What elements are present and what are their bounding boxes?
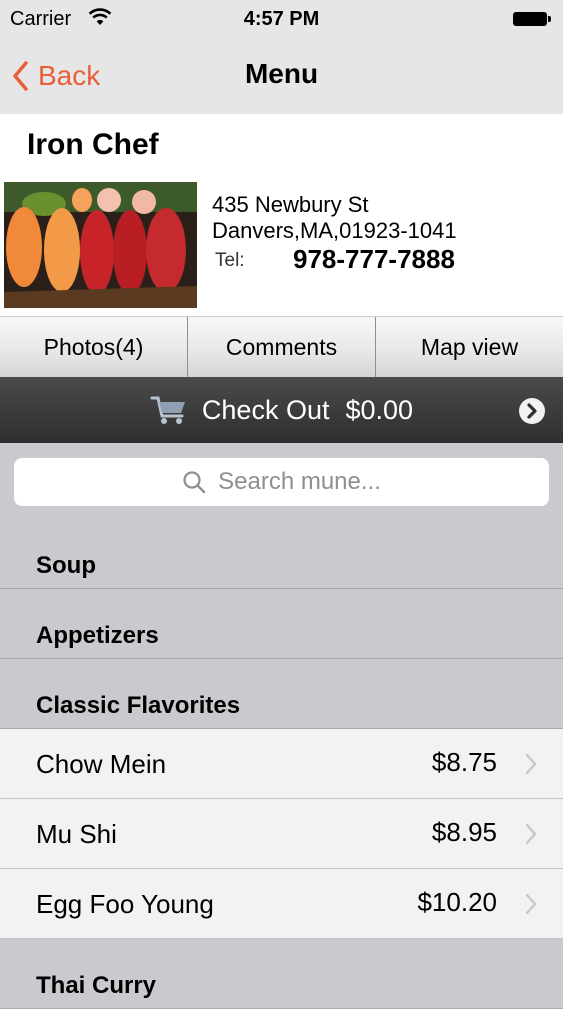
menu-item-name: Egg Foo Young [36, 889, 214, 919]
chevron-right-icon [525, 823, 537, 845]
restaurant-photo[interactable] [4, 182, 197, 308]
menu-item-name: Mu Shi [36, 819, 117, 849]
chevron-right-icon [525, 893, 537, 915]
menu-item-row[interactable]: Mu Shi $8.95 [0, 799, 563, 869]
cart-icon [150, 396, 185, 424]
tab-comments[interactable]: Comments [188, 317, 376, 378]
section-title: Soup [36, 552, 96, 579]
section-header-soup: Soup [0, 519, 563, 589]
search-input[interactable]: Search mune... [14, 458, 549, 506]
section-title: Classic Flavorites [36, 692, 241, 719]
menu-item-row[interactable]: Chow Mein $8.75 [0, 729, 563, 799]
checkout-total: $0.00 [345, 394, 414, 425]
section-title: Thai Curry [36, 972, 157, 999]
address-line-1: 435 Newbury St [212, 192, 369, 217]
restaurant-name: Iron Chef [27, 128, 159, 161]
search-placeholder: Search mune... [218, 468, 381, 495]
info-tabs: Photos(4) Comments Map view [0, 316, 563, 378]
tel-label: Tel: [215, 250, 245, 271]
menu-list: Soup Appetizers Classic Flavorites Chow … [0, 519, 563, 1009]
checkout-label: Check Out [201, 394, 330, 425]
search-bar: Search mune... [0, 443, 563, 519]
status-time: 4:57 PM [243, 8, 320, 30]
section-header-thai-curry: Thai Curry [0, 939, 563, 1009]
phone-number[interactable]: 978-777-7888 [293, 244, 455, 275]
top-bar: Carrier 4:57 PM Back Menu [0, 0, 563, 114]
checkout-bar[interactable]: Check Out $0.00 [0, 377, 563, 443]
sushi-image [4, 182, 197, 308]
address-line-2: Danvers,MA,01923-1041 [212, 218, 457, 243]
section-header-classic-flavorites: Classic Flavorites [0, 659, 563, 729]
battery-icon [513, 12, 551, 26]
menu-item-name: Chow Mein [36, 749, 167, 779]
chevron-right-icon [525, 753, 537, 775]
section-title: Appetizers [36, 622, 159, 649]
search-icon [183, 471, 206, 494]
restaurant-header: Iron Chef 435 Newbury St Danvers,MA,0192… [0, 114, 563, 316]
menu-item-price: $10.20 [417, 887, 497, 917]
tab-map-view[interactable]: Map view [376, 317, 563, 378]
tab-photos[interactable]: Photos(4) [0, 317, 188, 378]
chevron-right-circle-icon [519, 398, 545, 424]
status-bar: Carrier 4:57 PM [0, 0, 563, 40]
page-title: Menu [244, 58, 319, 89]
menu-item-price: $8.95 [431, 817, 497, 847]
section-header-appetizers: Appetizers [0, 589, 563, 659]
menu-item-price: $8.75 [431, 747, 497, 777]
menu-item-row[interactable]: Egg Foo Young $10.20 [0, 869, 563, 939]
